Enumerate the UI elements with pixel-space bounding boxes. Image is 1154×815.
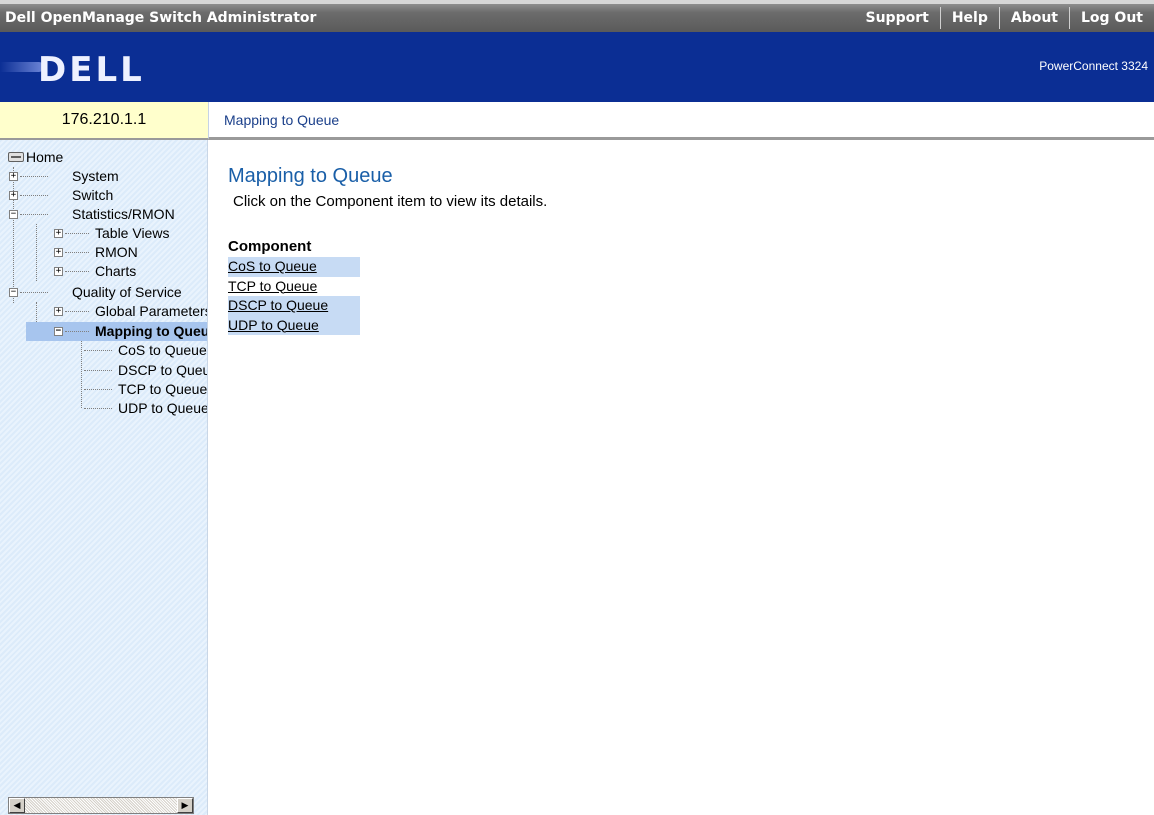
tree-item-rmon[interactable]: + RMON — [0, 243, 200, 262]
tree-label-mapping-to-queue: Mapping to Queue — [95, 323, 208, 339]
breadcrumb: Mapping to Queue — [224, 112, 340, 128]
tree-label-udp-to-queue: UDP to Queue — [118, 400, 208, 416]
tree-label-charts: Charts — [95, 263, 137, 279]
tree-horizontal-scrollbar[interactable]: ◀ ▶ — [8, 797, 194, 814]
dell-logo: DELL — [38, 50, 145, 90]
udp-to-queue-link[interactable]: UDP to Queue — [228, 317, 319, 333]
top-bar: Dell OpenManage Switch Administrator Sup… — [0, 0, 1154, 32]
tree-label-home: Home — [26, 149, 64, 165]
support-link[interactable]: Support — [855, 7, 940, 29]
page-description: Click on the Component item to view its … — [233, 193, 548, 210]
tree-item-global-parameters[interactable]: + Global Parameters — [0, 302, 208, 321]
tree-label-dscp-to-queue: DSCP to Queue — [118, 362, 207, 378]
app-title: Dell OpenManage Switch Administrator — [5, 10, 317, 26]
about-link[interactable]: About — [998, 7, 1069, 29]
tree-label-cos-to-queue: CoS to Queue — [118, 342, 207, 358]
table-row: CoS to Queue — [228, 257, 360, 277]
tree-label-system: System — [72, 168, 119, 184]
tree-item-table-views[interactable]: + Table Views — [0, 224, 200, 243]
tree-item-home[interactable]: Home — [0, 148, 200, 167]
tree-item-charts[interactable]: + Charts — [0, 262, 200, 281]
expand-icon[interactable]: + — [9, 191, 18, 200]
tree-item-tcp-to-queue[interactable]: TCP to Queue — [0, 380, 208, 399]
home-icon — [8, 152, 24, 162]
scroll-right-arrow-icon[interactable]: ▶ — [177, 798, 193, 813]
tree-item-dscp-to-queue[interactable]: DSCP to Queue — [0, 361, 207, 380]
tree-item-statistics[interactable]: − Statistics/RMON — [0, 205, 200, 224]
tree-item-cos-to-queue[interactable]: CoS to Queue — [0, 341, 207, 360]
expand-icon[interactable]: + — [9, 172, 18, 181]
cos-to-queue-link[interactable]: CoS to Queue — [228, 258, 317, 274]
collapse-icon[interactable]: − — [54, 327, 63, 336]
expand-icon[interactable]: + — [54, 267, 63, 276]
tree-label-table-views: Table Views — [95, 225, 170, 241]
product-name: PowerConnect 3324 — [1039, 59, 1148, 73]
tree-label-statistics: Statistics/RMON — [72, 206, 175, 222]
table-row: UDP to Queue — [228, 315, 360, 335]
tree-item-mapping-to-queue[interactable]: − Mapping to Queue — [26, 322, 208, 341]
tree-item-system[interactable]: + System — [0, 167, 200, 186]
logout-link[interactable]: Log Out — [1069, 7, 1154, 29]
sidebar-tree: Home + System + Switch − Statistics/RMON… — [0, 140, 208, 815]
table-row: TCP to Queue — [228, 277, 360, 297]
component-column-header: Component — [228, 238, 312, 255]
tree-label-tcp-to-queue: TCP to Queue — [118, 381, 208, 397]
tree-item-qos[interactable]: − Quality of Service — [0, 283, 200, 302]
collapse-icon[interactable]: − — [9, 210, 18, 219]
top-nav: Support Help About Log Out — [855, 7, 1154, 32]
dscp-to-queue-link[interactable]: DSCP to Queue — [228, 297, 328, 313]
collapse-icon[interactable]: − — [9, 288, 18, 297]
component-table: Component CoS to Queue TCP to Queue DSCP… — [228, 237, 360, 335]
tree-item-switch[interactable]: + Switch — [0, 186, 200, 205]
tree-label-switch: Switch — [72, 187, 114, 203]
main-content: Mapping to Queue Click on the Component … — [208, 143, 1154, 815]
page-title: Mapping to Queue — [228, 165, 393, 187]
tcp-to-queue-link[interactable]: TCP to Queue — [228, 278, 317, 294]
expand-icon[interactable]: + — [54, 307, 63, 316]
expand-icon[interactable]: + — [54, 229, 63, 238]
table-row: DSCP to Queue — [228, 296, 360, 316]
expand-icon[interactable]: + — [54, 248, 63, 257]
scroll-left-arrow-icon[interactable]: ◀ — [9, 798, 25, 813]
device-address: 176.210.1.1 — [0, 102, 208, 140]
tree-label-global-parameters: Global Parameters — [95, 303, 208, 319]
breadcrumb-bar: Mapping to Queue — [208, 102, 1154, 140]
tree-label-qos: Quality of Service — [72, 284, 182, 300]
tree-item-udp-to-queue[interactable]: UDP to Queue — [0, 399, 208, 418]
tree-label-rmon: RMON — [95, 244, 138, 260]
help-link[interactable]: Help — [939, 7, 999, 29]
banner: DELL PowerConnect 3324 — [0, 32, 1154, 102]
